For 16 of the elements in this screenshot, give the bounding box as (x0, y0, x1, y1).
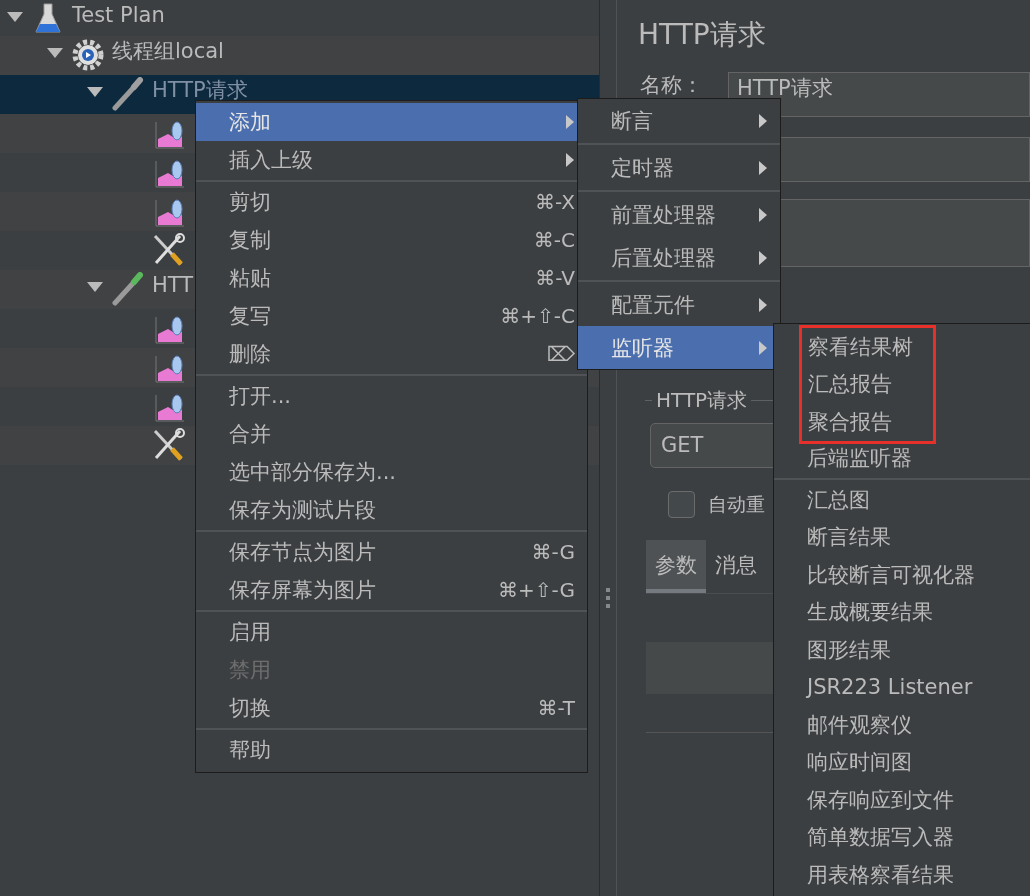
tree-label: HTTP请求 (152, 78, 248, 102)
shortcut-label: ⌘-G (531, 540, 575, 564)
shortcut-label: ⌘-T (537, 696, 575, 720)
shortcut-label: ⌘-X (535, 190, 575, 214)
shortcut-label: ⌘-C (533, 228, 575, 252)
tree-label: Test Plan (72, 3, 165, 27)
tree-label: 线程组local (112, 39, 224, 63)
name-label: 名称： (640, 72, 704, 99)
checkbox-label: 自动重 (708, 491, 765, 517)
tree-label: HTT (152, 273, 194, 297)
group-label: HTTP请求 (655, 386, 749, 414)
shortcut-label: ⌘-V (535, 266, 575, 290)
shortcut-label: ⌦ (546, 342, 575, 366)
shortcut-label: ⌘+⇧-C (500, 304, 575, 328)
shortcut-label: ⌘+⇧-G (498, 578, 575, 602)
panel-title: HTTP请求 (638, 18, 767, 52)
